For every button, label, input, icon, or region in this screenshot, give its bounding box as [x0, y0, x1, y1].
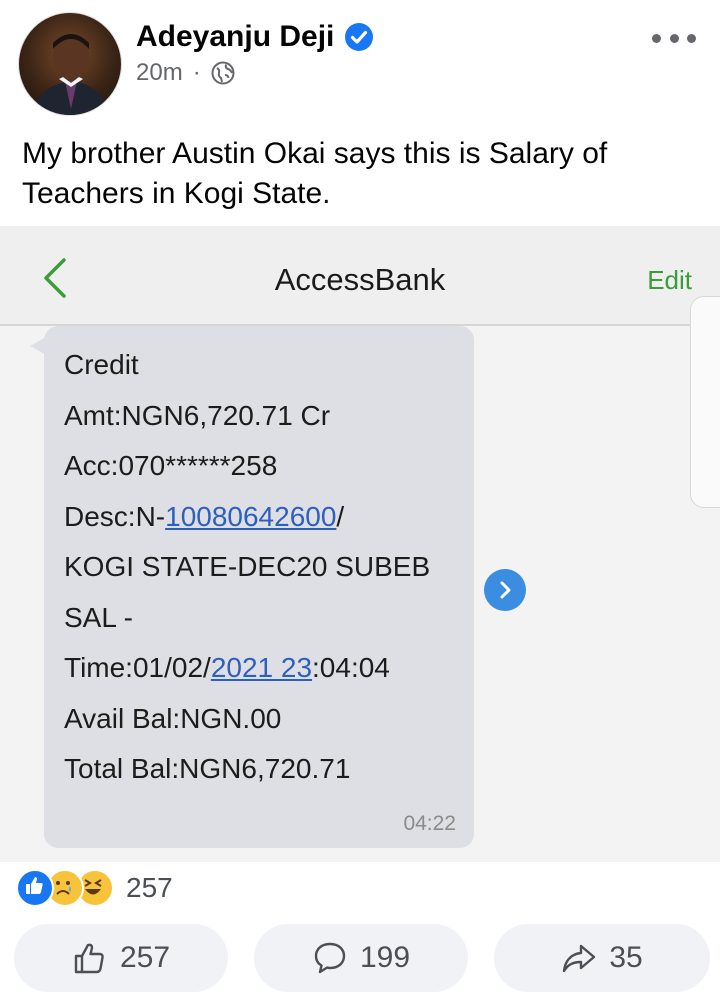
reactions-summary[interactable]: 257 [16, 868, 173, 908]
comment-button[interactable]: 199 [254, 924, 468, 992]
sms-line: Total Bal:NGN6,720.71 [64, 753, 351, 784]
person-photo-icon [33, 34, 109, 115]
sms-line: Desc:N-10080642600/ [64, 492, 464, 543]
desc-prefix: Desc:N- [64, 500, 166, 532]
embedded-screenshot: AccessBank Edit Credit Amt:NGN6,720.71 C… [0, 226, 720, 862]
post-meta: 20m · [136, 58, 235, 88]
post-text: My brother Austin Okai says this is Sala… [22, 137, 608, 210]
forward-arrow-icon[interactable] [484, 569, 526, 611]
sms-line: KOGI STATE-DEC20 SUBEB [64, 551, 431, 582]
sms-text: Credit Amt:NGN6,720.71 Cr Acc:070******2… [64, 340, 464, 795]
sms-line: Credit [64, 349, 139, 380]
like-reaction-icon [16, 869, 54, 907]
globe-icon[interactable] [211, 61, 235, 85]
post-time[interactable]: 20m [136, 58, 183, 88]
reaction-count: 257 [126, 872, 173, 903]
share-button[interactable]: 35 [494, 924, 710, 992]
comment-bubble-icon [314, 942, 346, 974]
side-handle [690, 296, 720, 508]
share-count: 35 [609, 941, 643, 974]
verified-badge-icon [345, 23, 374, 51]
desc-suffix: / [336, 500, 345, 532]
time-suffix: :04:04 [312, 652, 390, 683]
sms-sender-title: AccessBank [274, 262, 446, 297]
time-link[interactable]: 2021 23 [211, 652, 312, 683]
like-count: 257 [119, 941, 171, 974]
comment-count: 199 [359, 941, 411, 974]
sms-line: Time:01/02/2021 23:04:04 [64, 643, 464, 694]
post-actions: 257 199 35 [14, 924, 710, 992]
author-name-row: Adeyanju Deji [136, 18, 374, 56]
sms-line: Acc:070******258 [64, 450, 278, 481]
sms-line: Amt:NGN6,720.71 Cr [64, 399, 331, 431]
sms-line: SAL - [64, 601, 133, 633]
sms-bubble: Credit Amt:NGN6,720.71 Cr Acc:070******2… [44, 326, 474, 848]
sms-line: Avail Bal:NGN.00 [64, 702, 282, 734]
edit-button[interactable]: Edit [647, 264, 692, 296]
author-avatar[interactable] [18, 12, 122, 116]
meta-separator: · [192, 59, 201, 86]
desc-number-link[interactable]: 10080642600 [165, 501, 336, 532]
time-prefix: Time:01/02/ [64, 652, 211, 683]
like-button[interactable]: 257 [14, 924, 228, 992]
thumbs-up-icon [74, 943, 104, 974]
author-name[interactable]: Adeyanju Deji [136, 18, 334, 56]
sms-header-bar: AccessBank Edit [0, 226, 720, 326]
more-options-icon[interactable] [652, 26, 696, 50]
sms-timestamp: 04:22 [403, 812, 456, 835]
share-arrow-icon [563, 944, 596, 973]
